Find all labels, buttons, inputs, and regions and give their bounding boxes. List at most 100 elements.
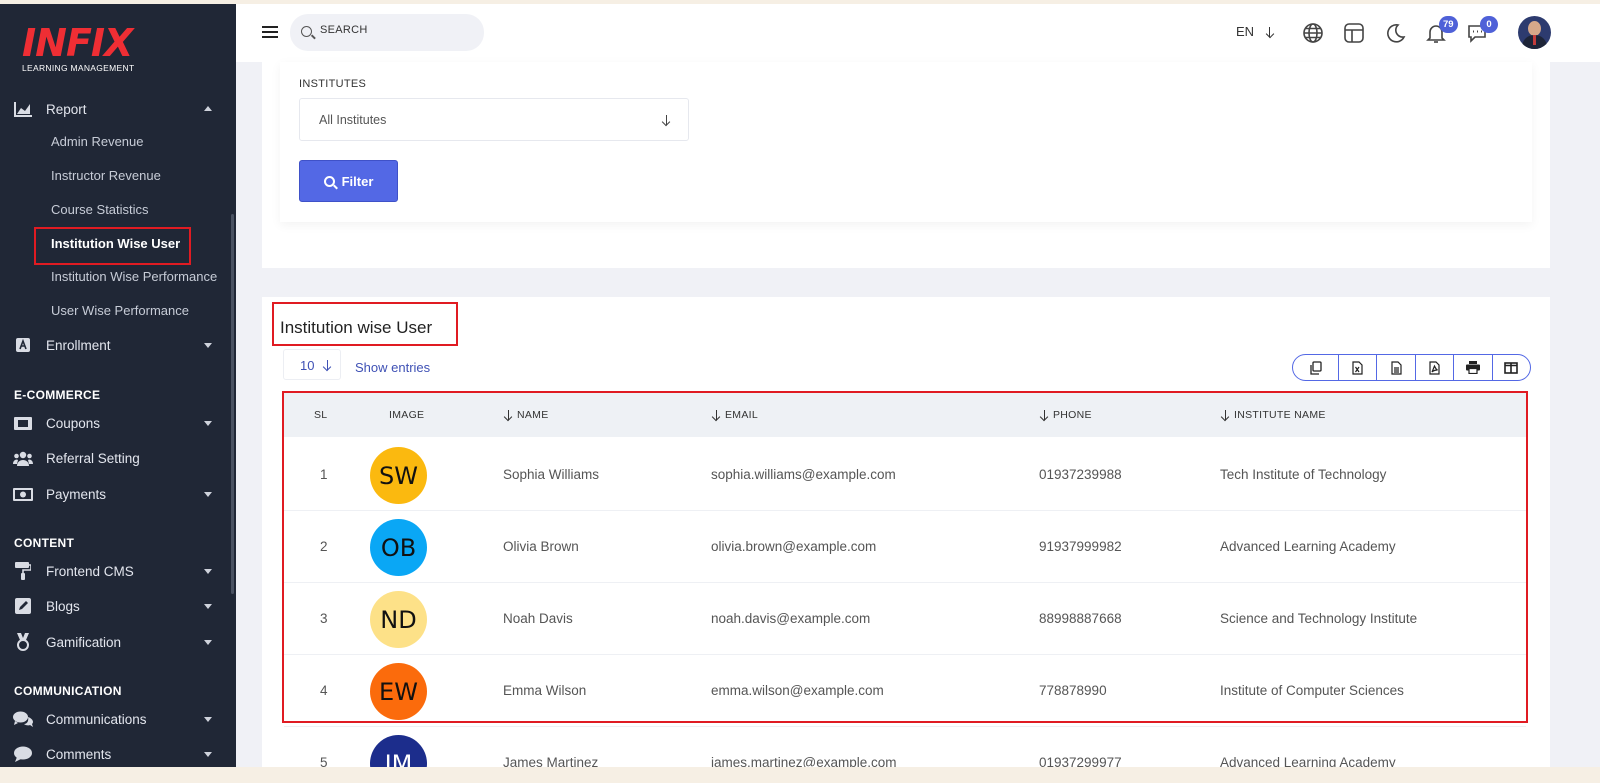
chat-icon[interactable]: 0 <box>1466 16 1498 44</box>
show-entries-label: Show entries <box>355 360 431 375</box>
table-card: Institution wise User 10 Show entries SL… <box>262 297 1550 767</box>
chevron-down-icon <box>204 639 212 645</box>
globe-icon[interactable] <box>1302 22 1324 44</box>
menu-icon[interactable] <box>262 26 278 38</box>
excel-button[interactable] <box>1339 355 1378 380</box>
print-icon <box>1465 361 1480 374</box>
sidebar-subitem-institution-wise-performance[interactable]: Institution Wise Performance <box>51 267 217 287</box>
institutes-label: INSTITUTES <box>299 78 367 90</box>
logo-text: INFIX <box>22 21 133 65</box>
sidebar-item-label: Blogs <box>46 598 80 614</box>
top-bar: EN 79 0 <box>236 4 1600 62</box>
sidebar-item-label: Coupons <box>46 415 101 431</box>
export-toolbar <box>1292 354 1531 381</box>
window-bottom-strip <box>0 767 1600 783</box>
sidebar-item-label: Report <box>46 101 87 117</box>
sidebar-item-coupons[interactable]: Coupons <box>0 408 230 438</box>
institutes-select[interactable]: All Institutes <box>299 98 689 141</box>
sidebar-item-label: Payments <box>46 486 107 502</box>
arrow-down-icon <box>1266 27 1274 37</box>
chevron-down-icon <box>204 751 212 757</box>
section-title-content: CONTENT <box>14 536 75 550</box>
sidebar-subitem-course-statistics[interactable]: Course Statistics <box>51 200 149 220</box>
brand-logo[interactable]: INFIX LEARNING MANAGEMENT <box>22 21 135 73</box>
sidebar-item-label: Enrollment <box>46 337 111 353</box>
csv-button[interactable] <box>1377 355 1416 380</box>
edit-icon <box>13 597 33 615</box>
cell-phone: 01937299977 <box>1039 755 1122 767</box>
sidebar-item-frontend-cms[interactable]: Frontend CMS <box>0 556 230 586</box>
sidebar-item-blogs[interactable]: Blogs <box>0 591 230 621</box>
sidebar-subitem-user-wise-performance[interactable]: User Wise Performance <box>51 301 189 321</box>
bell-icon[interactable]: 79 <box>1425 16 1458 44</box>
print-button[interactable] <box>1454 355 1493 380</box>
users-icon <box>13 449 33 467</box>
pdf-button[interactable] <box>1416 355 1455 380</box>
money-icon <box>13 485 33 503</box>
sidebar-subitem-instructor-revenue[interactable]: Instructor Revenue <box>51 166 161 186</box>
sidebar-item-label: Comments <box>46 746 112 762</box>
sidebar-item-label: Communications <box>46 711 147 727</box>
chevron-down-icon <box>204 420 212 426</box>
sidebar-item-referral-setting[interactable]: Referral Setting <box>0 443 230 473</box>
highlight-box <box>272 302 458 346</box>
logo-subtitle: LEARNING MANAGEMENT <box>22 63 135 73</box>
search-input[interactable] <box>320 24 470 36</box>
user-avatar[interactable] <box>1518 16 1551 49</box>
highlight-box <box>282 391 1528 723</box>
sidebar-scrollbar[interactable] <box>231 214 234 594</box>
sidebar-item-label: Gamification <box>46 634 122 650</box>
excel-icon <box>1352 360 1363 375</box>
enrollment-icon <box>13 336 33 354</box>
chevron-down-icon <box>204 342 212 348</box>
page-size-select[interactable]: 10 <box>283 349 341 380</box>
cell-institute-name: Advanced Learning Academy <box>1220 755 1396 767</box>
sidebar: INFIX LEARNING MANAGEMENT Report Admin R… <box>0 4 236 779</box>
moon-icon[interactable] <box>1384 22 1406 44</box>
pdf-icon <box>1429 360 1440 375</box>
language-selector[interactable]: EN <box>1236 24 1271 39</box>
paint-roller-icon <box>13 562 33 580</box>
search-icon <box>323 175 335 187</box>
filter-panel <box>280 62 1532 222</box>
copy-button[interactable] <box>1293 355 1339 380</box>
comments-icon <box>13 710 33 728</box>
sidebar-item-report[interactable]: Report <box>0 94 230 124</box>
arrow-down-icon <box>323 360 331 370</box>
cell-sl: 5 <box>320 755 328 767</box>
sidebar-item-communications[interactable]: Communications <box>0 704 230 734</box>
sidebar-item-gamification[interactable]: Gamification <box>0 627 230 657</box>
notifications-badge: 79 <box>1439 16 1458 33</box>
comment-icon <box>13 745 33 763</box>
highlight-box <box>34 227 191 265</box>
sidebar-item-comments[interactable]: Comments <box>0 739 230 769</box>
filter-button[interactable]: Filter <box>299 160 398 202</box>
sidebar-item-label: Frontend CMS <box>46 563 134 579</box>
table-row[interactable]: 5 James Martinez james.martinez@example.co… <box>284 727 1526 767</box>
section-title-ecommerce: E-COMMERCE <box>14 388 101 402</box>
columns-icon <box>1504 361 1519 374</box>
search-icon <box>301 26 312 37</box>
chevron-down-icon <box>204 603 212 609</box>
search-box[interactable] <box>290 14 484 51</box>
page-size-value: 10 <box>300 358 315 373</box>
sidebar-item-payments[interactable]: Payments <box>0 479 230 509</box>
ticket-icon <box>13 414 33 432</box>
sidebar-item-label: Referral Setting <box>46 450 140 466</box>
chevron-down-icon <box>204 716 212 722</box>
arrow-down-icon <box>662 115 670 125</box>
filter-button-label: Filter <box>341 173 374 189</box>
user-avatar-initials: JM <box>370 735 427 767</box>
file-text-icon <box>1390 360 1402 375</box>
institutes-select-value: All Institutes <box>319 113 387 127</box>
sidebar-item-enrollment[interactable]: Enrollment <box>0 330 230 360</box>
cell-name: James Martinez <box>503 755 599 767</box>
sidebar-subitem-admin-revenue[interactable]: Admin Revenue <box>51 132 144 152</box>
chevron-up-icon <box>204 105 212 111</box>
medal-icon <box>13 633 33 651</box>
chart-area-icon <box>13 100 33 118</box>
layout-icon[interactable] <box>1343 22 1365 44</box>
filter-card: INSTITUTES All Institutes Filter <box>262 62 1550 268</box>
copy-icon <box>1310 360 1322 375</box>
columns-button[interactable] <box>1493 355 1530 380</box>
